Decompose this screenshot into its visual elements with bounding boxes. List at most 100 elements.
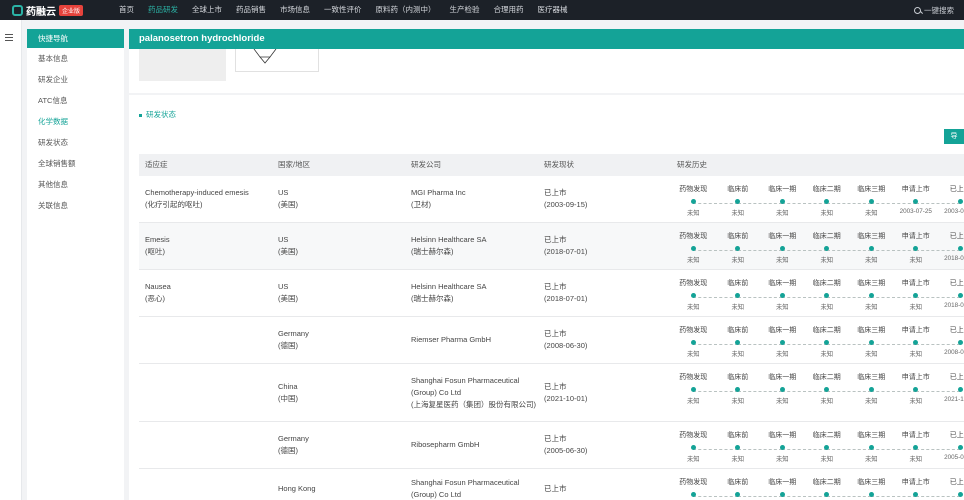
stage-date: 未知	[864, 456, 878, 463]
stage-date: 未知	[775, 304, 789, 311]
stage-dot-icon[interactable]	[779, 199, 785, 204]
sidebar-item[interactable]: 研发企业	[27, 69, 124, 90]
stage-dot-icon[interactable]	[957, 340, 963, 345]
stage-dot-icon[interactable]	[690, 293, 696, 298]
stage-dot-icon[interactable]	[957, 445, 963, 450]
sidebar-item[interactable]: 化学数据	[27, 111, 124, 132]
stage-dot-icon[interactable]	[868, 492, 874, 497]
history-timeline: 药物发现未知临床前未知临床一期未知临床二期未知临床三期未知申请上市未知已上市20…	[671, 364, 964, 421]
company-cell: Shanghai Fosun Pharmaceutical (Group) Co …	[405, 469, 538, 500]
timeline-connector	[782, 250, 827, 251]
stage-date: 未知	[820, 257, 834, 264]
logo[interactable]: 药融云 企业版	[12, 3, 112, 18]
stage-dot-icon[interactable]	[690, 445, 696, 450]
stage-date: 未知	[864, 304, 878, 311]
stage-dot-icon[interactable]	[690, 246, 696, 251]
stage-dot-icon[interactable]	[779, 293, 785, 298]
nav-item[interactable]: 药品研发	[141, 0, 185, 20]
history-timeline: 药物发现未知临床前未知临床一期未知临床二期未知临床三期未知申请上市未知已上市20…	[671, 422, 964, 468]
stage-dot-icon[interactable]	[779, 340, 785, 345]
timeline-connector	[782, 391, 827, 392]
sidebar-item[interactable]: 其他信息	[27, 174, 124, 195]
history-timeline: 药物发现未知临床前未知临床一期未知临床二期未知临床三期未知申请上市未知已上市20…	[671, 317, 964, 363]
sidebar-item[interactable]: 基本信息	[27, 48, 124, 69]
stage-dot-icon[interactable]	[957, 246, 963, 251]
indication-cell-line: (化疗引起的呕吐)	[145, 200, 203, 209]
sidebar-item[interactable]: ATC信息	[27, 90, 124, 111]
nav-item[interactable]: 药品销售	[229, 0, 273, 20]
timeline-connector	[782, 297, 827, 298]
table-header: 适应症 国家/地区 研发公司 研发现状 研发历史	[139, 154, 964, 176]
nav-item[interactable]: 首页	[112, 0, 141, 20]
stage-dot-icon[interactable]	[868, 387, 874, 392]
stage-date: 未知	[731, 257, 745, 264]
stage-date: 2018-07-01	[944, 302, 964, 309]
stage-dot-icon[interactable]	[690, 340, 696, 345]
stage-dot-icon[interactable]	[690, 199, 696, 204]
nav-item[interactable]: 合理用药	[487, 0, 531, 20]
header-indication[interactable]: 适应症	[139, 154, 272, 176]
stage-dot-icon[interactable]	[868, 340, 874, 345]
nav-item[interactable]: 全球上市	[185, 0, 229, 20]
table-row: China (中国) Shanghai Fosun Pharmaceutical (G…	[139, 364, 964, 422]
timeline-connector	[826, 297, 872, 298]
stage-dot-icon[interactable]	[957, 199, 963, 204]
rd-status-table: 适应症 国家/地区 研发公司 研发现状 研发历史 Chemotherapy-in…	[139, 154, 964, 500]
nav-item[interactable]: 原料药（内测中）	[369, 0, 443, 20]
stage-dot-icon[interactable]	[868, 246, 874, 251]
timeline-connector	[915, 250, 961, 251]
stage-dot-icon[interactable]	[779, 445, 785, 450]
header-company[interactable]: 研发公司	[405, 154, 538, 176]
stage-dot-icon[interactable]	[868, 293, 874, 298]
stage-dot-icon[interactable]	[957, 387, 963, 392]
header-history[interactable]: 研发历史	[671, 154, 964, 176]
table-row: Hong Kong Shanghai Fosun Pharmaceutical (G…	[139, 469, 964, 500]
company-cell-line: Helsinn Healthcare SA	[411, 235, 487, 244]
drug-title: palanosetron hydrochloride	[129, 29, 964, 49]
nav-item[interactable]: 一致性评价	[317, 0, 369, 20]
stage-label: 申请上市	[901, 374, 930, 381]
stage-dot-icon[interactable]	[779, 246, 785, 251]
export-button[interactable]: 导	[944, 129, 964, 144]
stage-date: 未知	[731, 456, 745, 463]
timeline-connector	[826, 203, 872, 204]
nav-item[interactable]: 生产检验	[443, 0, 487, 20]
edition-badge: 企业版	[59, 4, 84, 16]
indication-cell-line: Nausea	[145, 282, 171, 291]
nav-item[interactable]: 医疗器械	[531, 0, 575, 20]
sidebar-item[interactable]: 全球销售额	[27, 153, 124, 174]
stage-label: 临床前	[727, 327, 749, 334]
stage-date: 未知	[820, 398, 834, 405]
timeline-connector	[871, 496, 916, 497]
status-cell-line: 已上市	[544, 381, 567, 391]
stage-dot-icon[interactable]	[868, 199, 874, 204]
stage-dot-icon[interactable]	[779, 492, 785, 497]
stage-dot-icon[interactable]	[690, 387, 696, 392]
stage-date: 未知	[775, 210, 789, 217]
stage-label: 临床一期	[768, 233, 797, 240]
history-timeline: 药物发现 临床前 临床一期 临床二期 临床三期 申请上市 已上市	[671, 469, 964, 500]
menu-icon[interactable]	[5, 34, 13, 41]
collapse-strip	[0, 20, 22, 500]
status-cell: 已上市 (2005-06-30)	[538, 422, 671, 468]
search-button[interactable]: 一键搜索	[914, 0, 954, 20]
sidebar-item[interactable]: 研发状态	[27, 132, 124, 153]
timeline-connector	[737, 391, 783, 392]
header-status[interactable]: 研发现状	[538, 154, 671, 176]
stage-date: 2018-07-01	[944, 255, 964, 262]
stage-dot-icon[interactable]	[868, 445, 874, 450]
timeline-connector	[782, 496, 827, 497]
sidebar-item[interactable]: 关联信息	[27, 195, 124, 216]
stage-dot-icon[interactable]	[779, 387, 785, 392]
timeline-stage: 临床前 未知	[716, 430, 783, 463]
header-country[interactable]: 国家/地区	[272, 154, 405, 176]
indication-cell	[139, 469, 272, 500]
stage-date: 未知	[731, 398, 745, 405]
stage-dot-icon[interactable]	[690, 492, 696, 497]
stage-label: 申请上市	[901, 233, 930, 240]
timeline-connector	[737, 449, 783, 450]
stage-dot-icon[interactable]	[957, 293, 963, 298]
stage-date: 未知	[686, 210, 700, 217]
stage-dot-icon[interactable]	[957, 492, 963, 497]
nav-item[interactable]: 市场信息	[273, 0, 317, 20]
